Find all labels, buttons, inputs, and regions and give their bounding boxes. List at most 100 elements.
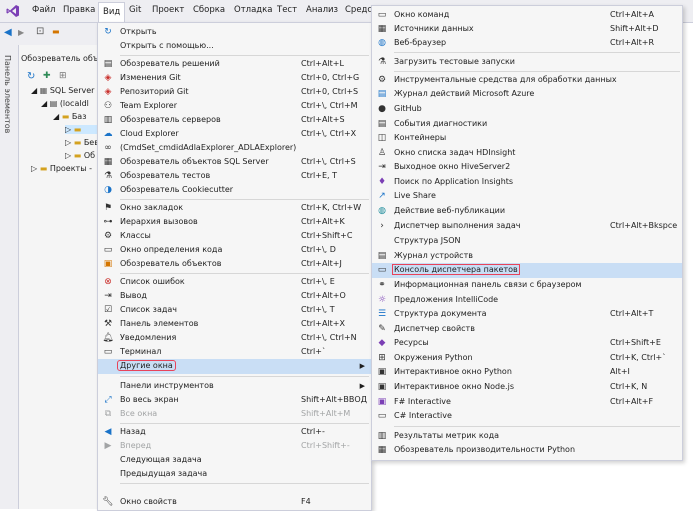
task-runner-icon: › <box>380 221 384 231</box>
submenu-item-property-manager[interactable]: ✎ Диспетчер свойств <box>372 322 682 336</box>
menu-debug[interactable]: Отладка <box>234 5 273 15</box>
tree-row[interactable]: ▷ ▬ Проекты - <box>31 164 92 173</box>
submenu-item-fsharp-interactive[interactable]: ▣ F# Interactive Ctrl+Alt+F <box>372 395 682 409</box>
submenu-item-hiveserver[interactable]: ⇥ Выходное окно HiveServer2 <box>372 160 682 174</box>
menu-item-notifications[interactable]: 🔔︎ Уведомления Ctrl+\, Ctrl+N <box>98 331 371 345</box>
submenu-item-package-manager-console[interactable]: ▭ Консоль диспетчера пакетов <box>372 263 682 278</box>
submenu-item-azure-log[interactable]: ▤ Журнал действий Microsoft Azure <box>372 87 682 101</box>
menu-item-open-with[interactable]: Открыть с помощью... <box>98 39 371 53</box>
submenu-arrow-icon: ▶ <box>359 362 365 370</box>
all-windows-icon: ⧉ <box>104 409 112 419</box>
menu-item-terminal[interactable]: ▭ Терминал Ctrl+` <box>98 345 371 359</box>
submenu-item-code-metrics[interactable]: ▥ Результаты метрик кода <box>372 429 682 443</box>
new-project-icon[interactable]: ⊡ <box>36 26 44 37</box>
view-menu-dropdown: ↻ Открыть Открыть с помощью... ▤ Обозреват… <box>97 22 372 511</box>
submenu-item-diagnostics[interactable]: ▤ События диагностики <box>372 117 682 131</box>
menu-item-bookmarks[interactable]: ⚑ Окно закладок Ctrl+K, Ctrl+W <box>98 201 371 215</box>
menu-edit[interactable]: Правка <box>63 5 95 15</box>
submenu-item-python-environments[interactable]: ⊞ Окружения Python Ctrl+K, Ctrl+` <box>372 351 682 365</box>
menu-separator <box>394 52 680 53</box>
submenu-item-csharp-interactive[interactable]: ▭ C# Interactive <box>372 409 682 423</box>
refresh-icon[interactable]: ↻ <box>27 71 35 82</box>
tree-row[interactable]: ▷ ▬ Об <box>65 151 95 160</box>
nav-back-icon[interactable]: ◀ <box>4 27 12 38</box>
menu-item-properties[interactable]: 🔧︎ Окно свойств F4 <box>98 495 371 509</box>
toolbox-tab-label[interactable]: Панель элементов <box>3 55 12 133</box>
bookmark-icon: ⚑ <box>103 203 113 213</box>
menu-item-git-changes[interactable]: ◈ Изменения Git Ctrl+0, Ctrl+G <box>98 71 371 85</box>
submenu-item-test-runs[interactable]: ⚗ Загрузить тестовые запуски <box>372 55 682 69</box>
menu-test[interactable]: Тест <box>277 5 297 15</box>
submenu-item-python-interactive[interactable]: ▣ Интерактивное окно Python Alt+I <box>372 365 682 379</box>
menu-item-classes[interactable]: ⚙ Классы Ctrl+Shift+C <box>98 229 371 243</box>
menu-project[interactable]: Проект <box>152 5 184 15</box>
menu-item-output[interactable]: ⇥ Вывод Ctrl+Alt+O <box>98 289 371 303</box>
menu-item-previous-task[interactable]: Предыдущая задача <box>98 467 371 481</box>
menu-item-cloud-explorer[interactable]: ☁ Cloud Explorer Ctrl+\, Ctrl+X <box>98 127 371 141</box>
menu-item-other-windows[interactable]: Другие окна ▶ <box>98 359 371 374</box>
menu-item-cookiecutter[interactable]: ◑ Обозреватель Cookiecutter <box>98 183 371 197</box>
submenu-item-live-share[interactable]: ↗ Live Share <box>372 189 682 203</box>
submenu-item-containers[interactable]: ◫ Контейнеры <box>372 131 682 145</box>
menu-item-toolbox[interactable]: ⚒ Панель элементов Ctrl+Alt+X <box>98 317 371 331</box>
menu-item-adla-explorer[interactable]: ∞ (CmdSet_cmdidAdlaExplorer_ADLAExplorer) <box>98 141 371 155</box>
submenu-item-data-sources[interactable]: ▦ Источники данных Shift+Alt+D <box>372 22 682 36</box>
add-server-icon[interactable]: ✚ <box>43 71 51 81</box>
menu-item-error-list[interactable]: ⊗ Список ошибок Ctrl+\, E <box>98 275 371 289</box>
menu-item-back[interactable]: ◀ Назад Ctrl+- <box>98 425 371 439</box>
menu-item-solution-explorer[interactable]: ▤ Обозреватель решений Ctrl+Alt+L <box>98 57 371 71</box>
submenu-item-command-window[interactable]: ▭ Окно команд Ctrl+Alt+A <box>372 8 682 22</box>
submenu-item-document-outline[interactable]: ☰ Структура документа Ctrl+Alt+T <box>372 307 682 321</box>
submenu-item-github[interactable]: ● GitHub <box>372 102 682 116</box>
menu-item-call-hierarchy[interactable]: ⊶ Иерархия вызовов Ctrl+Alt+K <box>98 215 371 229</box>
menu-item-full-screen[interactable]: ⤢ Во весь экран Shift+Alt+ВВОД <box>98 393 371 407</box>
tree-row[interactable]: ▷ ▬ Бев <box>65 138 99 147</box>
menu-analyze[interactable]: Анализ <box>306 5 338 15</box>
team-explorer-icon: ⚇ <box>103 101 113 111</box>
menu-item-object-browser[interactable]: ▣ Обозреватель объектов Ctrl+Alt+J <box>98 257 371 271</box>
tree-row[interactable]: ◢ ▦ SQL Server <box>31 86 94 95</box>
submenu-item-web-publish[interactable]: ◍ Действие веб-публикации <box>372 204 682 218</box>
submenu-item-intellicode[interactable]: ☼ Предложения IntelliCode <box>372 293 682 307</box>
menu-separator <box>120 55 369 56</box>
submenu-item-python-profiler[interactable]: ▦ Обозреватель производительности Python <box>372 443 682 457</box>
menu-item-next-task[interactable]: Следующая задача <box>98 453 371 467</box>
submenu-item-resources[interactable]: ◆ Ресурсы Ctrl+Shift+E <box>372 336 682 350</box>
menu-build[interactable]: Сборка <box>193 5 225 15</box>
tree-row-selected[interactable]: ▷ ▬ <box>65 125 99 134</box>
terminal-icon: ▭ <box>103 347 113 357</box>
menu-git[interactable]: Git <box>129 5 141 15</box>
menu-item-open[interactable]: ↻ Открыть <box>98 25 371 39</box>
menu-item-server-explorer[interactable]: ▥ Обозреватель серверов Ctrl+Alt+S <box>98 113 371 127</box>
property-manager-icon: ✎ <box>378 324 386 334</box>
submenu-item-hdinsight[interactable]: ♙ Окно списка задач HDInsight <box>372 146 682 160</box>
menu-item-test-explorer[interactable]: ⚗ Обозреватель тестов Ctrl+E, T <box>98 169 371 183</box>
tree-row[interactable]: ◢ ▤ (localdl <box>41 99 89 108</box>
menu-item-toolbars[interactable]: Панели инструментов ▶ <box>98 379 371 393</box>
submenu-item-data-tools[interactable]: ⚙ Инструментальные средства для обработки… <box>372 73 682 87</box>
menu-item-git-repository[interactable]: ◈ Репозиторий Git Ctrl+0, Ctrl+S <box>98 85 371 99</box>
tree-row[interactable]: ◢ ▬ Баз <box>53 112 86 121</box>
package-console-icon: ▭ <box>377 265 387 275</box>
menu-item-code-definition[interactable]: ▭ Окно определения кода Ctrl+\, D <box>98 243 371 257</box>
menu-item-team-explorer[interactable]: ⚇ Team Explorer Ctrl+\, Ctrl+M <box>98 99 371 113</box>
open-folder-icon[interactable]: ▬ <box>52 27 60 36</box>
add-connection-icon[interactable]: ⊞ <box>59 71 67 81</box>
submenu-item-node-interactive[interactable]: ▣ Интерактивное окно Node.js Ctrl+K, N <box>372 380 682 394</box>
toolbox-strip[interactable]: Панель элементов <box>0 45 19 509</box>
full-screen-icon: ⤢ <box>104 395 112 405</box>
menu-file[interactable]: Файл <box>32 5 55 15</box>
submenu-item-app-insights[interactable]: ♦ Поиск по Application Insights <box>372 175 682 189</box>
submenu-item-task-runner[interactable]: › Диспетчер выполнения задач Ctrl+Alt+Bksp… <box>372 219 682 233</box>
submenu-item-json-outline[interactable]: Структура JSON <box>372 234 682 248</box>
menu-item-sql-server-explorer[interactable]: ▦ Обозреватель объектов SQL Server Ctrl+\,… <box>98 155 371 169</box>
submenu-item-device-log[interactable]: ▤ Журнал устройств <box>372 249 682 263</box>
menu-item-task-list[interactable]: ☑ Список задач Ctrl+\, T <box>98 303 371 317</box>
menu-separator <box>120 199 369 200</box>
nav-forward-icon[interactable]: ▶ <box>18 28 24 37</box>
submenu-item-browser-link[interactable]: ⚭ Информационная панель связи с браузером <box>372 278 682 292</box>
github-icon: ● <box>378 104 386 114</box>
live-share-icon: ↗ <box>378 191 386 201</box>
submenu-item-web-browser[interactable]: ◍ Веб-браузер Ctrl+Alt+R <box>372 36 682 50</box>
menu-view[interactable]: Вид <box>98 2 126 23</box>
